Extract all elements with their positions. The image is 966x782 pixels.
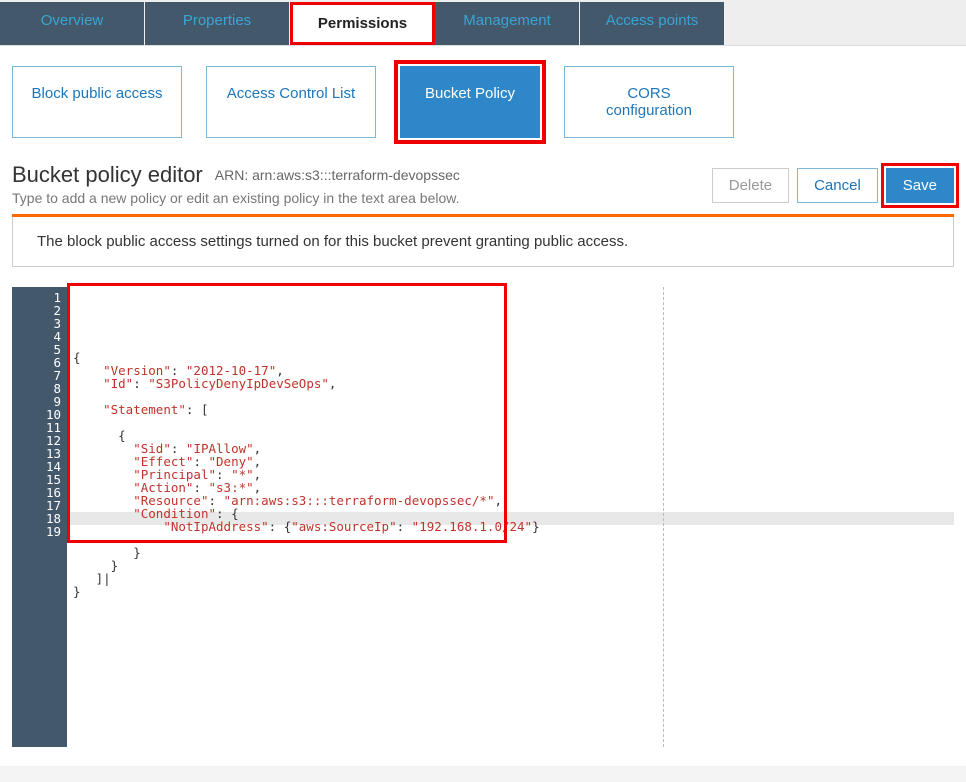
arn-value: arn:aws:s3:::terraform-devopssec: [252, 167, 460, 183]
line-number-gutter: 12345678910111213141516171819: [12, 287, 67, 747]
code-text[interactable]: { "Version": "2012-10-17", "Id": "S3Poli…: [73, 351, 948, 598]
editor-header: Bucket policy editor ARN: arn:aws:s3:::t…: [12, 162, 954, 206]
tab-management[interactable]: Management: [435, 2, 580, 45]
subtab-acl[interactable]: Access Control List: [206, 66, 376, 138]
print-margin-ruler: [663, 287, 664, 747]
arn-text: ARN: arn:aws:s3:::terraform-devopssec: [215, 167, 460, 183]
arn-label: ARN:: [215, 167, 248, 183]
editor-subtitle: Type to add a new policy or edit an exis…: [12, 190, 460, 206]
tab-permissions[interactable]: Permissions: [290, 2, 435, 45]
code-editor[interactable]: 12345678910111213141516171819 { "Version…: [12, 287, 954, 747]
subtab-cors[interactable]: CORS configuration: [564, 66, 734, 138]
tab-properties[interactable]: Properties: [145, 2, 290, 45]
tab-access-points[interactable]: Access points: [580, 2, 725, 45]
cancel-button[interactable]: Cancel: [797, 168, 878, 203]
tab-overview[interactable]: Overview: [0, 2, 145, 45]
top-tabs: Overview Properties Permissions Manageme…: [0, 0, 966, 46]
editor-title: Bucket policy editor: [12, 162, 203, 188]
warning-banner: The block public access settings turned …: [12, 217, 954, 267]
subtab-bucket-policy[interactable]: Bucket Policy: [400, 66, 540, 138]
editor-buttons: Delete Cancel Save: [712, 168, 954, 203]
content-area: Block public access Access Control List …: [0, 46, 966, 766]
delete-button[interactable]: Delete: [712, 168, 789, 203]
code-area[interactable]: { "Version": "2012-10-17", "Id": "S3Poli…: [67, 287, 954, 747]
subtab-block-public-access[interactable]: Block public access: [12, 66, 182, 138]
sub-tabs: Block public access Access Control List …: [12, 66, 954, 138]
save-button[interactable]: Save: [886, 168, 954, 203]
